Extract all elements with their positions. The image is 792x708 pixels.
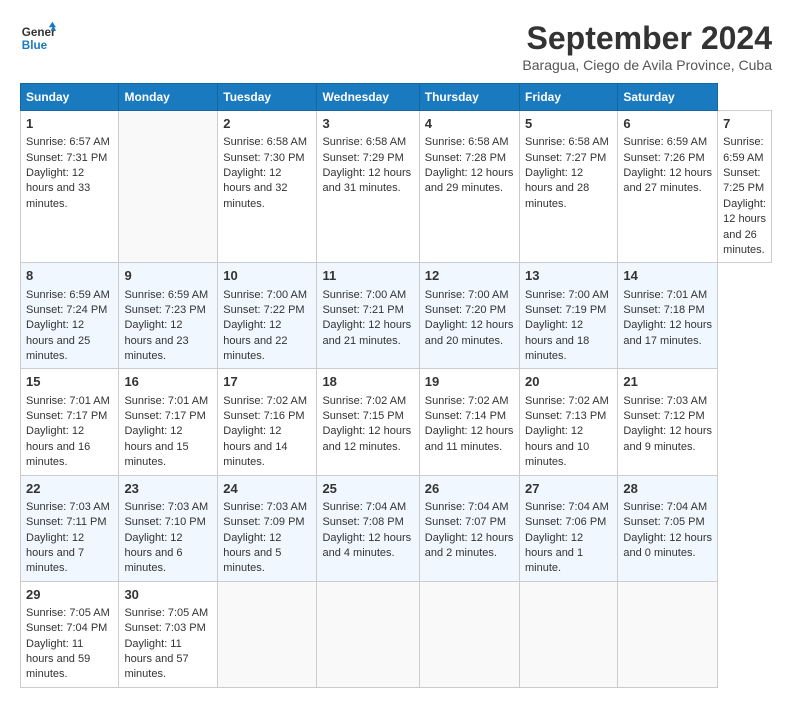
calendar-header: General Blue September 2024 Baragua, Cie… (20, 20, 772, 73)
table-row: 16Sunrise: 7:01 AMSunset: 7:17 PMDayligh… (119, 369, 218, 475)
table-row: 9Sunrise: 6:59 AMSunset: 7:23 PMDaylight… (119, 263, 218, 369)
col-monday: Monday (119, 84, 218, 111)
table-row: 19Sunrise: 7:02 AMSunset: 7:14 PMDayligh… (419, 369, 519, 475)
col-sunday: Sunday (21, 84, 119, 111)
table-row: 14Sunrise: 7:01 AMSunset: 7:18 PMDayligh… (618, 263, 718, 369)
table-row: 18Sunrise: 7:02 AMSunset: 7:15 PMDayligh… (317, 369, 419, 475)
calendar-table: Sunday Monday Tuesday Wednesday Thursday… (20, 83, 772, 688)
logo: General Blue (20, 20, 56, 56)
table-row: 17Sunrise: 7:02 AMSunset: 7:16 PMDayligh… (218, 369, 317, 475)
table-row (317, 581, 419, 687)
table-row: 30Sunrise: 7:05 AMSunset: 7:03 PMDayligh… (119, 581, 218, 687)
table-row: 29Sunrise: 7:05 AMSunset: 7:04 PMDayligh… (21, 581, 119, 687)
table-row: 24Sunrise: 7:03 AMSunset: 7:09 PMDayligh… (218, 475, 317, 581)
table-row: 21Sunrise: 7:03 AMSunset: 7:12 PMDayligh… (618, 369, 718, 475)
col-tuesday: Tuesday (218, 84, 317, 111)
table-row: 27Sunrise: 7:04 AMSunset: 7:06 PMDayligh… (520, 475, 618, 581)
table-row: 1Sunrise: 6:57 AMSunset: 7:31 PMDaylight… (21, 111, 119, 263)
col-friday: Friday (520, 84, 618, 111)
table-row: 7Sunrise: 6:59 AMSunset: 7:25 PMDaylight… (718, 111, 772, 263)
svg-text:Blue: Blue (22, 39, 48, 52)
title-block: September 2024 Baragua, Ciego de Avila P… (522, 20, 772, 73)
svg-text:General: General (22, 26, 56, 39)
table-row: 4Sunrise: 6:58 AMSunset: 7:28 PMDaylight… (419, 111, 519, 263)
table-row: 5Sunrise: 6:58 AMSunset: 7:27 PMDaylight… (520, 111, 618, 263)
col-saturday: Saturday (618, 84, 718, 111)
table-row (218, 581, 317, 687)
table-row: 11Sunrise: 7:00 AMSunset: 7:21 PMDayligh… (317, 263, 419, 369)
table-row: 28Sunrise: 7:04 AMSunset: 7:05 PMDayligh… (618, 475, 718, 581)
table-row (618, 581, 718, 687)
col-thursday: Thursday (419, 84, 519, 111)
table-row: 10Sunrise: 7:00 AMSunset: 7:22 PMDayligh… (218, 263, 317, 369)
table-row (419, 581, 519, 687)
col-wednesday: Wednesday (317, 84, 419, 111)
table-row: 8Sunrise: 6:59 AMSunset: 7:24 PMDaylight… (21, 263, 119, 369)
logo-icon: General Blue (20, 20, 56, 56)
table-row: 6Sunrise: 6:59 AMSunset: 7:26 PMDaylight… (618, 111, 718, 263)
table-row: 26Sunrise: 7:04 AMSunset: 7:07 PMDayligh… (419, 475, 519, 581)
month-title: September 2024 (522, 20, 772, 57)
table-row (520, 581, 618, 687)
table-row: 23Sunrise: 7:03 AMSunset: 7:10 PMDayligh… (119, 475, 218, 581)
table-row: 20Sunrise: 7:02 AMSunset: 7:13 PMDayligh… (520, 369, 618, 475)
table-row (119, 111, 218, 263)
header-row: Sunday Monday Tuesday Wednesday Thursday… (21, 84, 772, 111)
table-row: 13Sunrise: 7:00 AMSunset: 7:19 PMDayligh… (520, 263, 618, 369)
table-row: 15Sunrise: 7:01 AMSunset: 7:17 PMDayligh… (21, 369, 119, 475)
table-row: 2Sunrise: 6:58 AMSunset: 7:30 PMDaylight… (218, 111, 317, 263)
table-row: 25Sunrise: 7:04 AMSunset: 7:08 PMDayligh… (317, 475, 419, 581)
location-subtitle: Baragua, Ciego de Avila Province, Cuba (522, 57, 772, 73)
table-row: 3Sunrise: 6:58 AMSunset: 7:29 PMDaylight… (317, 111, 419, 263)
table-row: 12Sunrise: 7:00 AMSunset: 7:20 PMDayligh… (419, 263, 519, 369)
table-row: 22Sunrise: 7:03 AMSunset: 7:11 PMDayligh… (21, 475, 119, 581)
